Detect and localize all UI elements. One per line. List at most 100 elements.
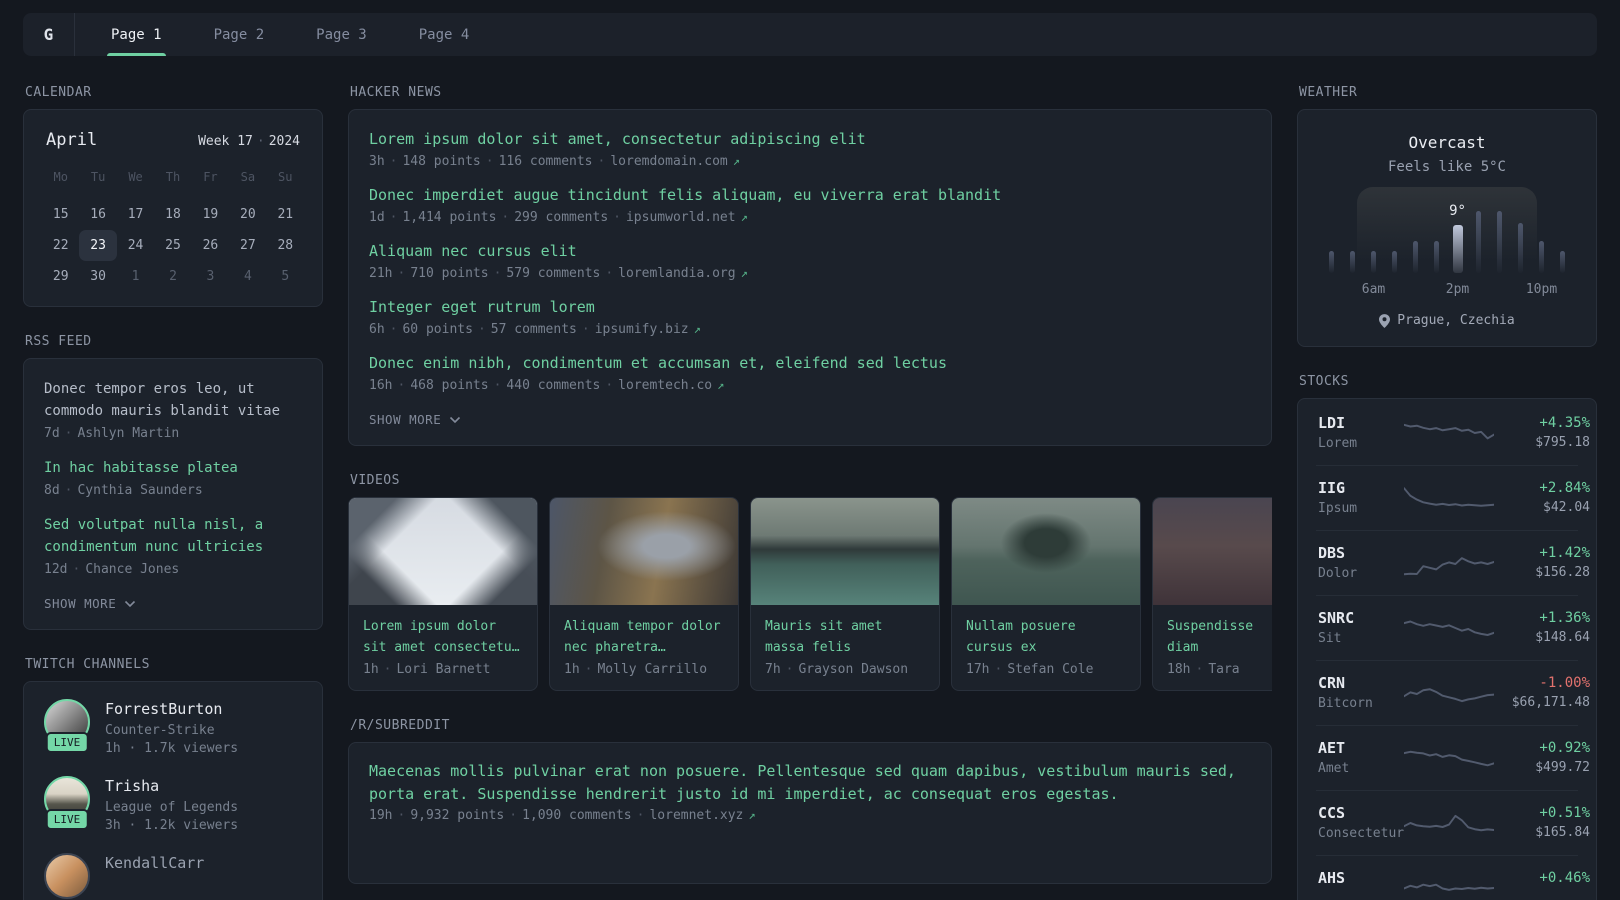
- separator-dot: ·: [383, 662, 392, 677]
- item-meta: 3h · 148 points · 116 comments · loremdomain.c…: [369, 154, 1251, 169]
- calendar-day-selected: 23: [79, 230, 117, 261]
- hackernews-item: Donec imperdiet augue tincidunt felis al…: [369, 185, 1251, 225]
- chevron-down-icon: [450, 416, 461, 423]
- item-points: 710 points: [410, 266, 489, 281]
- video-card: Aliquam tempor dolor nec pharetra… 1h · Moll…: [549, 497, 739, 691]
- weather-hourly-chart: 9°: [1321, 187, 1573, 275]
- hackernews-item-title[interactable]: Integer eget rutrum lorem: [369, 297, 1251, 318]
- video-title-line: sit amet consectetu…: [363, 640, 520, 655]
- calendar-day: 29: [52, 269, 69, 284]
- tab-page-1[interactable]: Page 1: [97, 13, 176, 56]
- video-title[interactable]: Mauris sit amet massa felis: [765, 616, 925, 658]
- rss-show-more-button[interactable]: SHOW MORE: [44, 596, 302, 611]
- stock-sparkline: [1404, 743, 1494, 773]
- location-pin-icon: [1379, 313, 1391, 328]
- tab-page-2[interactable]: Page 2: [200, 13, 279, 56]
- sparkline-chart: [1404, 814, 1494, 832]
- twitch-channel-row[interactable]: KendallCarr: [44, 853, 302, 899]
- stock-row[interactable]: AET Amet +0.92% $499.72: [1316, 725, 1590, 790]
- rss-item: Sed volutpat nulla nisl, a condimentum n…: [44, 514, 302, 577]
- twitch-channel-row[interactable]: LIVE Trisha League of Legends 3h · 1.2k vie…: [44, 776, 302, 833]
- page-tabs: Page 1 Page 2 Page 3 Page 4: [97, 13, 507, 56]
- channel-info: KendallCarr: [105, 853, 204, 873]
- video-card: Nullam posuere cursus ex 17h · Stefan Cole: [951, 497, 1141, 691]
- calendar-day: 26: [202, 238, 219, 253]
- twitch-channel-row[interactable]: LIVE ForrestBurton Counter-Strike 1h · 1.7k…: [44, 699, 302, 756]
- item-author: Grayson Dawson: [798, 662, 909, 677]
- video-thumbnail[interactable]: [751, 498, 939, 605]
- item-comments: 116 comments: [498, 154, 593, 169]
- video-card-body: Mauris sit amet massa felis 7h · Grayson Daw…: [751, 605, 939, 690]
- middle-column: HACKER NEWS Lorem ipsum dolor sit amet, …: [348, 85, 1272, 884]
- stock-row[interactable]: CCS Consectetur +0.51% $165.84: [1316, 790, 1590, 855]
- reddit-post-title[interactable]: Maecenas mollis pulvinar erat non posuer…: [369, 760, 1251, 806]
- video-title[interactable]: Lorem ipsum dolor sit amet consectetu…: [363, 616, 523, 658]
- separator-dot: ·: [509, 808, 518, 823]
- item-age: 1h: [363, 662, 379, 677]
- tab-page-3[interactable]: Page 3: [302, 13, 381, 56]
- stock-row[interactable]: DBS Dolor +1.42% $156.28: [1316, 530, 1590, 595]
- calendar-day: 21: [277, 207, 294, 222]
- item-age: 3h: [369, 154, 385, 169]
- video-meta: 1h · Lori Barnett: [363, 662, 523, 677]
- stock-row[interactable]: CRN Bitcorn -1.00% $66,171.48: [1316, 660, 1590, 725]
- stock-name: Sit: [1318, 631, 1342, 646]
- tab-page-4[interactable]: Page 4: [405, 13, 484, 56]
- stock-row[interactable]: IIG Ipsum +2.84% $42.04: [1316, 465, 1590, 530]
- item-age: 12d: [44, 562, 68, 577]
- channel-viewers: 1h · 1.7k viewers: [105, 741, 239, 756]
- external-link-icon: ↗: [732, 154, 740, 168]
- item-source-link[interactable]: ipsumify.biz ↗: [595, 322, 701, 337]
- video-thumbnail[interactable]: [952, 498, 1140, 605]
- hackernews-item-title[interactable]: Donec imperdiet augue tincidunt felis al…: [369, 185, 1251, 206]
- video-thumbnail[interactable]: [349, 498, 537, 605]
- rss-item-title[interactable]: Donec tempor eros leo, ut commodo mauris…: [44, 378, 302, 422]
- weather-time-label: 10pm: [1525, 282, 1558, 297]
- rss-item-title[interactable]: Sed volutpat nulla nisl, a condimentum n…: [44, 514, 302, 558]
- channel-info: Trisha League of Legends 3h · 1.2k viewers: [105, 776, 238, 833]
- sparkline-chart: [1404, 620, 1494, 636]
- stock-row[interactable]: AHS +0.46%: [1316, 855, 1590, 900]
- weekday-label: Tu: [90, 170, 106, 184]
- separator-dot: ·: [493, 266, 502, 281]
- rss-item-title[interactable]: In hac habitasse platea: [44, 457, 302, 479]
- item-source-link[interactable]: ipsumworld.net ↗: [626, 210, 748, 225]
- stock-symbol: AET: [1318, 739, 1346, 757]
- hackernews-item: Donec enim nibh, condimentum et accumsan…: [369, 353, 1251, 393]
- section-header-subreddit: /R/SUBREDDIT: [350, 718, 450, 733]
- app-logo: G: [23, 13, 75, 56]
- hackernews-item-title[interactable]: Lorem ipsum dolor sit amet, consectetur …: [369, 129, 1251, 150]
- weekday-label: Su: [278, 170, 293, 184]
- separator-dot: ·: [72, 562, 81, 577]
- subreddit-card: Maecenas mollis pulvinar erat non posuer…: [348, 742, 1272, 884]
- item-points: 148 points: [402, 154, 481, 169]
- avatar: [44, 853, 90, 899]
- hackernews-item-title[interactable]: Donec enim nibh, condimentum et accumsan…: [369, 353, 1251, 374]
- video-thumbnail[interactable]: [1153, 498, 1272, 605]
- weather-condition: Overcast: [1408, 133, 1486, 152]
- video-title[interactable]: Nullam posuere cursus ex: [966, 616, 1126, 658]
- video-thumbnail[interactable]: [550, 498, 738, 605]
- item-points: 468 points: [410, 378, 489, 393]
- sparkline-chart: [1404, 557, 1494, 576]
- item-source-link[interactable]: loremlandia.org ↗: [618, 266, 748, 281]
- video-title[interactable]: Suspendisse diam: [1167, 616, 1272, 658]
- item-source-link[interactable]: loremtech.co ↗: [618, 378, 724, 393]
- hackernews-show-more-button[interactable]: SHOW MORE: [369, 412, 1251, 427]
- hackernews-item-title[interactable]: Aliquam nec cursus elit: [369, 241, 1251, 262]
- stock-row[interactable]: LDI Lorem +4.35% $795.18: [1316, 401, 1590, 465]
- calendar-day: 19: [202, 207, 219, 222]
- separator-dot: ·: [1195, 662, 1204, 677]
- video-title[interactable]: Aliquam tempor dolor nec pharetra…: [564, 616, 724, 658]
- stock-row[interactable]: SNRC Sit +1.36% $148.64: [1316, 595, 1590, 660]
- item-source-link[interactable]: loremnet.xyz ↗: [649, 808, 755, 823]
- calendar-day: 5: [281, 269, 290, 284]
- separator-dot: ·: [397, 378, 406, 393]
- stock-price: $795.18: [1535, 435, 1590, 450]
- sparkline-chart: [1404, 423, 1494, 440]
- separator-dot: ·: [389, 322, 398, 337]
- hackernews-card: Lorem ipsum dolor sit amet, consectetur …: [348, 109, 1272, 446]
- item-source-link[interactable]: loremdomain.com ↗: [610, 154, 740, 169]
- stock-id: DBS Dolor: [1318, 544, 1404, 582]
- stock-name: Dolor: [1318, 566, 1358, 581]
